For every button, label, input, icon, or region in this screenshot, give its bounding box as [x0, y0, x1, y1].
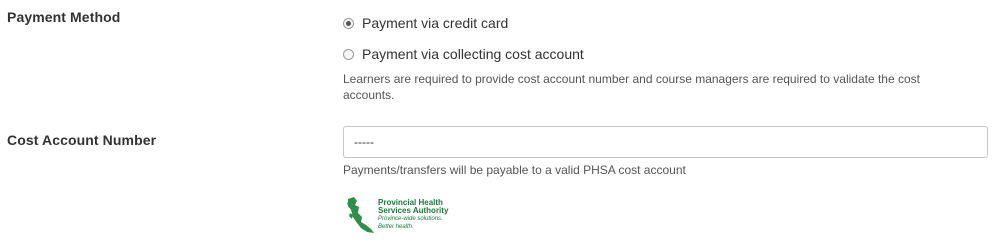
logo-tagline: Better health. [378, 224, 414, 230]
payment-help-text: Learners are required to provide cost ac… [343, 71, 920, 103]
radio-cost-account[interactable]: Payment via collecting cost account [343, 46, 584, 62]
cost-account-label: Cost Account Number [7, 132, 157, 148]
payment-help-line: Learners are required to provide cost ac… [343, 72, 920, 86]
cost-account-help: Payments/transfers will be payable to a … [343, 163, 686, 177]
logo-tagline: Province-wide solutions. [378, 216, 443, 222]
logo-line: Services Authority [378, 206, 449, 215]
phsa-logo: Provincial Health Services Authority Pro… [345, 195, 485, 235]
radio-checked-icon[interactable] [343, 17, 354, 29]
cost-account-input[interactable] [343, 126, 988, 158]
payment-method-label: Payment Method [7, 9, 121, 25]
radio-credit-card[interactable]: Payment via credit card [343, 15, 508, 31]
radio-unchecked-icon[interactable] [343, 48, 354, 60]
radio-cost-account-label[interactable]: Payment via collecting cost account [362, 46, 584, 62]
bc-map-icon [347, 197, 374, 233]
payment-help-line: accounts. [343, 88, 395, 102]
radio-credit-card-label[interactable]: Payment via credit card [362, 15, 508, 31]
